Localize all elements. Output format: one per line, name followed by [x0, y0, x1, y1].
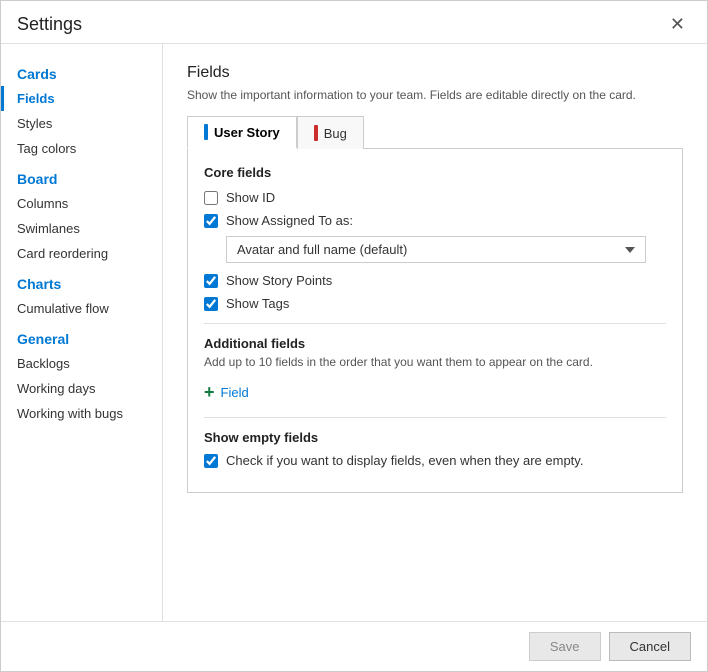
- sidebar-item-working-days[interactable]: Working days: [1, 376, 162, 401]
- sidebar-section-cards: Cards: [1, 56, 162, 86]
- show-story-points-checkbox[interactable]: [204, 274, 218, 288]
- show-empty-fields-checkbox[interactable]: [204, 454, 218, 468]
- plus-icon: +: [204, 383, 215, 401]
- fields-box: Core fields Show ID Show Assigned To as:…: [187, 148, 683, 493]
- tab-bug[interactable]: Bug: [297, 116, 364, 149]
- dialog-header: Settings ✕: [1, 1, 707, 44]
- sidebar-item-backlogs[interactable]: Backlogs: [1, 351, 162, 376]
- close-button[interactable]: ✕: [664, 13, 691, 35]
- additional-fields-title: Additional fields: [204, 336, 666, 351]
- sidebar-item-card-reordering[interactable]: Card reordering: [1, 241, 162, 266]
- sidebar-item-fields[interactable]: Fields: [1, 86, 162, 111]
- show-assigned-checkbox[interactable]: [204, 214, 218, 228]
- show-story-points-row: Show Story Points: [204, 273, 666, 288]
- main-content: Fields Show the important information to…: [163, 44, 707, 621]
- divider-2: [204, 417, 666, 418]
- show-assigned-label: Show Assigned To as:: [226, 213, 353, 228]
- settings-dialog: Settings ✕ Cards Fields Styles Tag color…: [0, 0, 708, 672]
- dialog-footer: Save Cancel: [1, 621, 707, 671]
- show-tags-label: Show Tags: [226, 296, 289, 311]
- dialog-title: Settings: [17, 14, 82, 35]
- sidebar-item-tag-colors[interactable]: Tag colors: [1, 136, 162, 161]
- sidebar-section-general: General: [1, 321, 162, 351]
- cancel-button[interactable]: Cancel: [609, 632, 691, 661]
- divider-1: [204, 323, 666, 324]
- save-button[interactable]: Save: [529, 632, 601, 661]
- sidebar-item-swimlanes[interactable]: Swimlanes: [1, 216, 162, 241]
- add-field-button[interactable]: + Field: [204, 379, 249, 405]
- user-story-tab-label: User Story: [214, 125, 280, 140]
- user-story-tab-indicator: [204, 124, 208, 140]
- sidebar-section-board: Board: [1, 161, 162, 191]
- show-id-checkbox[interactable]: [204, 191, 218, 205]
- sidebar-item-cumulative-flow[interactable]: Cumulative flow: [1, 296, 162, 321]
- show-empty-fields-label: Check if you want to display fields, eve…: [226, 453, 583, 468]
- assigned-to-dropdown[interactable]: Avatar and full name (default) Avatar on…: [226, 236, 646, 263]
- show-empty-fields-row: Check if you want to display fields, eve…: [204, 453, 666, 468]
- show-empty-fields-title: Show empty fields: [204, 430, 666, 445]
- dialog-body: Cards Fields Styles Tag colors Board Col…: [1, 44, 707, 621]
- add-field-label: Field: [221, 385, 249, 400]
- show-story-points-label: Show Story Points: [226, 273, 332, 288]
- main-section-desc: Show the important information to your t…: [187, 88, 683, 102]
- sidebar-item-columns[interactable]: Columns: [1, 191, 162, 216]
- bug-tab-indicator: [314, 125, 318, 141]
- main-section-title: Fields: [187, 64, 683, 82]
- tab-user-story[interactable]: User Story: [187, 116, 297, 149]
- show-tags-checkbox[interactable]: [204, 297, 218, 311]
- show-id-row: Show ID: [204, 190, 666, 205]
- bug-tab-label: Bug: [324, 126, 347, 141]
- tabs-container: User Story Bug: [187, 116, 683, 149]
- sidebar-item-working-with-bugs[interactable]: Working with bugs: [1, 401, 162, 426]
- sidebar-item-styles[interactable]: Styles: [1, 111, 162, 136]
- additional-fields-desc: Add up to 10 fields in the order that yo…: [204, 355, 666, 369]
- show-id-label: Show ID: [226, 190, 275, 205]
- core-fields-title: Core fields: [204, 165, 666, 180]
- sidebar-section-charts: Charts: [1, 266, 162, 296]
- sidebar: Cards Fields Styles Tag colors Board Col…: [1, 44, 163, 621]
- show-tags-row: Show Tags: [204, 296, 666, 311]
- assigned-dropdown-row: Avatar and full name (default) Avatar on…: [226, 236, 666, 263]
- show-assigned-row: Show Assigned To as:: [204, 213, 666, 228]
